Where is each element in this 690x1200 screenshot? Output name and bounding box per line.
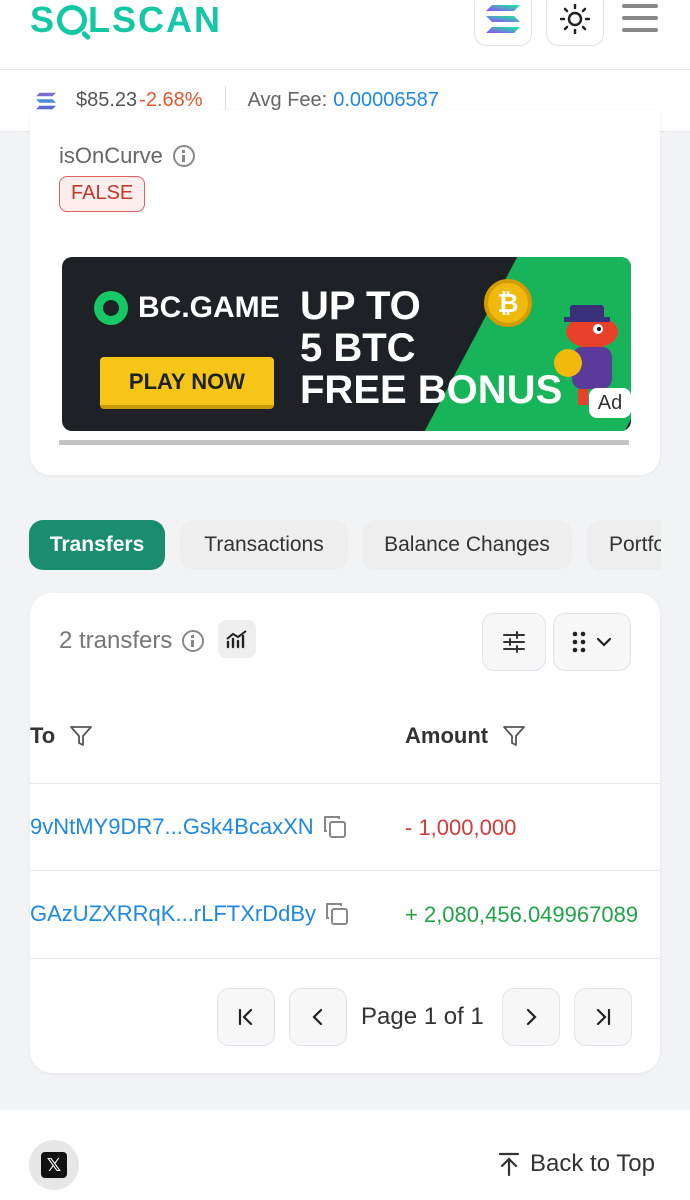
transfers-count-text: 2 transfers [59,627,173,654]
info-icon[interactable] [172,145,195,167]
bc-game-logo-icon [94,291,128,325]
column-header-to: To [30,723,93,749]
filter-funnel-icon[interactable] [502,724,526,748]
columns-menu-button[interactable] [553,613,631,671]
filter-funnel-icon[interactable] [69,724,93,748]
is-on-curve-label: isOnCurve [59,143,195,169]
chevron-right-icon [526,1008,537,1026]
info-icon[interactable] [182,630,205,652]
ad-scrollbar[interactable] [59,440,629,445]
pagination-label: Page 1 of 1 [361,1003,484,1030]
sun-icon [560,4,590,34]
chevron-left-icon [312,1008,323,1026]
solscan-logo[interactable]: S LSCAN [30,2,222,38]
transfers-card: 2 transfers To Amount 9vNtMY9DR7...Gsk4B… [30,593,660,1073]
chevron-down-icon [596,637,612,647]
table-divider [30,783,660,784]
sol-price: $85.23 [76,89,138,111]
account-tabs: Transfers Transactions Balance Changes P… [29,520,661,570]
ad-play-now-button[interactable]: PLAY NOW [100,357,274,409]
theme-toggle-button[interactable] [546,0,604,46]
table-row-2-amount: + 2,080,456.049967089 [405,902,639,927]
logo-magnifier-icon [57,5,88,35]
solana-logo-icon [486,5,520,33]
next-page-button[interactable] [502,988,560,1046]
network-button[interactable] [474,0,532,46]
sol-price-change: -2.68% [139,89,203,111]
last-page-button[interactable] [574,988,632,1046]
back-to-top-label: Back to Top [530,1150,655,1177]
first-page-button[interactable] [217,988,275,1046]
column-header-amount-label: Amount [405,723,489,748]
bitcoin-coin-icon: ₿ [484,279,532,327]
tab-portfolio[interactable]: Portfo [587,520,661,570]
table-row-1-to: 9vNtMY9DR7...Gsk4BcaxXN [30,814,348,840]
recipient-address-link[interactable]: GAzUZXRRqK...rLFTXrDdBy [30,901,316,927]
tab-transfers[interactable]: Transfers [29,520,165,570]
footer: 𝕏 Back to Top [0,1110,690,1200]
ad-brand: BC.GAME [94,291,280,325]
last-page-icon [596,1008,611,1026]
solana-small-icon [36,92,56,109]
previous-page-button[interactable] [289,988,347,1046]
ad-banner[interactable]: BC.GAME PLAY NOW UP TO 5 BTC FREE BONUS … [62,257,631,431]
back-to-top-link[interactable]: Back to Top [498,1150,655,1178]
account-info-card: isOnCurve FALSE BC.GAME PLAY NOW UP TO 5… [30,110,660,475]
arrow-up-to-line-icon [498,1152,520,1176]
table-row-1-amount: - 1,000,000 [405,815,517,840]
grid-dots-icon [572,631,586,653]
logo-text-rest: LSCAN [88,0,223,40]
logo-text-s: S [30,0,57,40]
sliders-icon [503,631,525,653]
table-divider [30,958,660,959]
copy-icon[interactable] [322,814,348,840]
transfers-count: 2 transfers [59,627,205,655]
table-row-2-to: GAzUZXRRqK...rLFTXrDdBy [30,901,350,927]
ad-tag: Ad [589,388,631,418]
is-on-curve-text: isOnCurve [59,143,163,168]
top-navbar: S LSCAN [0,0,690,70]
column-header-amount: Amount [405,723,526,749]
first-page-icon [238,1008,253,1026]
column-header-to-label: To [30,723,56,748]
is-on-curve-badge: FALSE [59,176,146,212]
tab-balance-changes[interactable]: Balance Changes [362,520,572,570]
table-divider [30,870,660,871]
x-twitter-button[interactable]: 𝕏 [29,1140,79,1190]
avg-fee-value: 0.00006587 [333,89,439,111]
x-twitter-icon: 𝕏 [41,1152,67,1178]
chart-icon[interactable] [218,620,256,658]
ad-brand-text: BC.GAME [138,291,280,324]
filter-settings-button[interactable] [482,613,546,671]
avg-fee-label: Avg Fee: [247,89,328,111]
hamburger-menu-icon[interactable] [622,4,658,32]
tab-transactions[interactable]: Transactions [180,520,348,570]
recipient-address-link[interactable]: 9vNtMY9DR7...Gsk4BcaxXN [30,814,314,840]
copy-icon[interactable] [324,901,350,927]
